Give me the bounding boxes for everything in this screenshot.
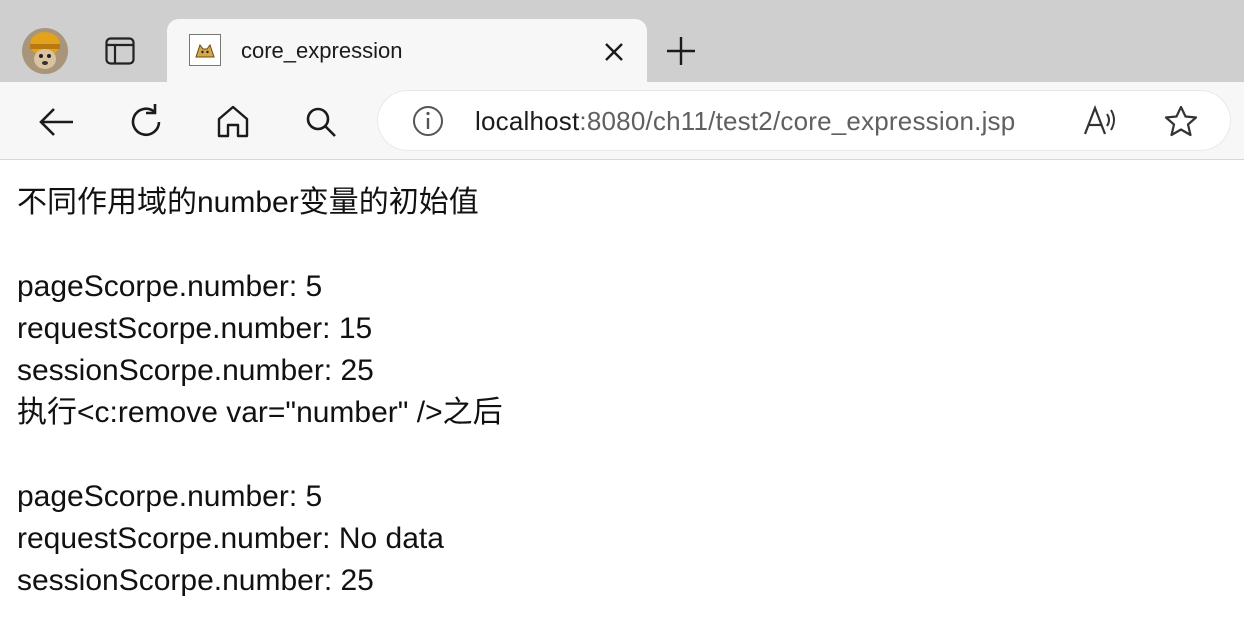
after-remove-heading: 执行<c:remove var="number" />之后 [17,396,503,429]
close-icon[interactable] [601,39,627,65]
refresh-icon[interactable] [126,102,166,142]
url-text[interactable]: localhost:8080/ch11/test2/core_expressio… [475,106,1015,137]
initial-request-scope: requestScorpe.number: 15 [17,312,373,345]
url-path: :8080/ch11/test2/core_expression.jsp [579,106,1016,136]
page-content: 不同作用域的number变量的初始值 pageScorpe.number: 5 … [17,182,1217,602]
tab-strip: core_expression [0,0,1244,82]
back-arrow-icon[interactable] [37,102,77,142]
info-icon[interactable] [411,104,445,138]
after-session-scope: sessionScorpe.number: 25 [17,564,374,597]
initial-session-scope: sessionScorpe.number: 25 [17,354,374,387]
page-heading: 不同作用域的number变量的初始值 [17,186,479,219]
search-icon[interactable] [301,102,341,142]
tomcat-icon [189,34,221,66]
after-page-scope: pageScorpe.number: 5 [17,480,323,513]
navigation-toolbar: localhost:8080/ch11/test2/core_expressio… [0,82,1244,160]
url-host: localhost [475,106,580,136]
tab-title: core_expression [241,38,403,63]
address-bar[interactable]: localhost:8080/ch11/test2/core_expressio… [378,91,1230,150]
read-aloud-icon[interactable] [1082,105,1118,137]
after-request-scope: requestScorpe.number: No data [17,522,444,555]
initial-page-scope: pageScorpe.number: 5 [17,270,323,303]
plus-icon[interactable] [664,34,698,68]
tab-actions-icon[interactable] [105,37,135,65]
home-icon[interactable] [213,102,253,142]
tab-core-expression[interactable]: core_expression [167,19,647,82]
star-icon[interactable] [1163,104,1199,138]
profile-avatar[interactable] [22,28,68,74]
